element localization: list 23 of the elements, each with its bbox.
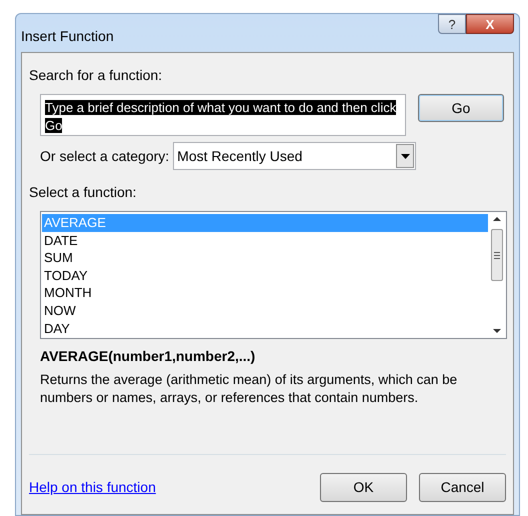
search-label: Search for a function: [29, 66, 164, 85]
cancel-button[interactable]: Cancel [419, 473, 506, 502]
window-title: Insert Function [21, 27, 114, 46]
function-syntax: AVERAGE(number1,number2,...) [40, 347, 256, 366]
category-label: Or select a category: [40, 146, 170, 166]
function-list-item[interactable]: MONTH [42, 284, 488, 302]
dropdown-caret-icon [396, 144, 414, 168]
help-button[interactable]: ? [438, 14, 466, 34]
category-dropdown[interactable]: Most Recently Used [173, 142, 416, 170]
function-list-item[interactable]: TODAY [42, 266, 488, 284]
help-link[interactable]: Help on this function [29, 477, 156, 498]
function-list-item[interactable]: DATE [42, 232, 488, 250]
scroll-up-icon[interactable] [493, 217, 501, 221]
scroll-down-icon[interactable] [493, 329, 501, 333]
search-field[interactable]: Type a brief description of what you want to do and then click Go [40, 94, 406, 136]
function-description: Returns the average (arithmetic mean) of its arguments, which can be numbers or names, arrays, or references that contain numbers. [40, 371, 458, 407]
function-list-label: Select a function: [29, 183, 138, 202]
function-list-item[interactable]: DAY [42, 320, 488, 338]
scroll-thumb[interactable] [491, 229, 503, 281]
ok-button[interactable]: OK [320, 473, 407, 502]
function-list-item[interactable]: NOW [42, 302, 488, 320]
go-button[interactable]: Go [418, 94, 504, 122]
function-list-item[interactable]: SUM [42, 249, 488, 267]
